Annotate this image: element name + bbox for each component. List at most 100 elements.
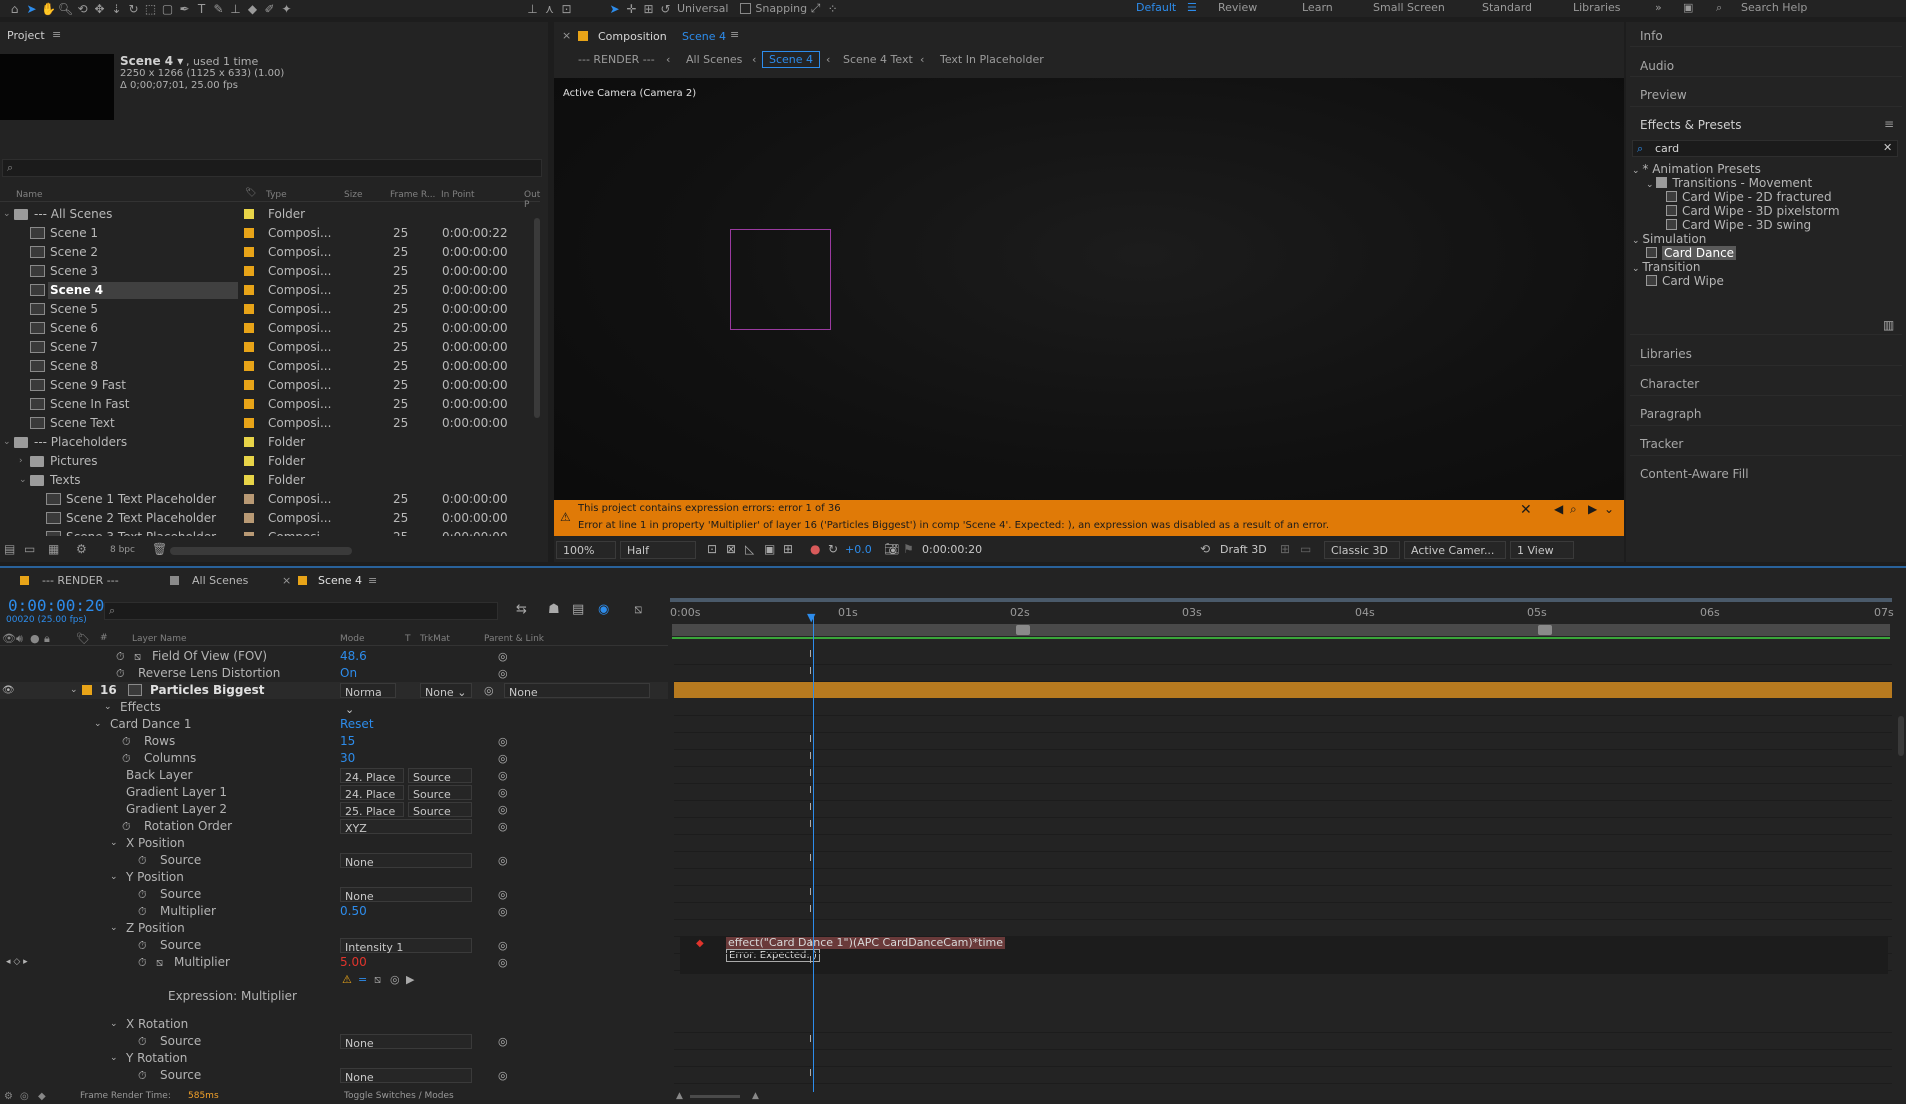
pick-whip-icon[interactable]: ◎ [498,852,508,869]
close-icon[interactable]: ✕ [1520,502,1532,518]
marker-handle[interactable] [1016,625,1030,635]
pick-whip-icon[interactable]: ◎ [498,784,508,801]
view-layout-dropdown[interactable]: 1 View [1510,541,1574,559]
project-comp-row[interactable]: Scene In Fast Composi... 25 0:00:00:00 [0,396,540,415]
property-row[interactable]: ⚠ = ⧅ ◎ ▶ [0,971,668,988]
chevron-down-icon[interactable]: ⌄ [94,716,102,733]
track-row[interactable]: I [674,954,1892,971]
label-color-swatch[interactable] [244,209,254,219]
property-dropdown[interactable]: None [340,887,472,903]
label-color-swatch[interactable] [244,361,254,371]
effects-tree-item[interactable]: Card Wipe [1646,274,1724,288]
cti-head-icon[interactable]: ▼ [807,611,815,624]
property-dropdown[interactable]: None [340,853,472,869]
snapping-checkbox[interactable] [740,3,752,14]
project-comp-row[interactable]: Scene 3 Composi... 25 0:00:00:00 [0,263,540,282]
type-tool-icon[interactable]: T [193,0,210,17]
label-color-swatch[interactable] [244,342,254,352]
view-dropdown[interactable]: Active Camer... [1404,541,1506,559]
effects-tree-item[interactable]: ⌄ Transition [1632,260,1700,274]
orbit-camera-icon[interactable]: ⟲ [74,0,91,17]
property-row[interactable]: ⏱Back Layer24. PlaceSource◎ [0,767,668,784]
move-tool-icon[interactable]: ➤ [606,0,623,17]
timeline-tab-render[interactable]: --- RENDER --- [42,574,119,587]
layer-duration-bar[interactable] [674,682,1892,698]
view-axis-icon[interactable]: ⊡ [558,0,575,17]
layer-source-dropdown[interactable]: 25. Place [340,802,404,818]
panel-menu-icon[interactable]: ≡ [52,28,61,41]
transfer-controls-icon[interactable]: ◎ [20,1091,29,1102]
property-value[interactable]: 30 [340,750,355,767]
label-column-icon[interactable]: 🏷︎ [245,188,256,198]
source-type-dropdown[interactable]: Source [408,802,472,818]
chevron-down-icon[interactable]: ⌄ [1632,236,1642,246]
dolly-camera-icon[interactable]: ⇣ [108,0,125,17]
project-scrollbar[interactable] [531,208,543,528]
label-color-swatch[interactable] [244,247,254,257]
content-aware-fill-panel[interactable]: Content-Aware Fill [1640,467,1749,481]
chevron-right-icon[interactable]: › [19,453,23,470]
track-row[interactable]: I [674,1033,1892,1050]
blend-mode-dropdown[interactable]: Norma ⌄ [340,683,396,716]
pick-whip-icon[interactable]: ◎ [498,767,508,784]
stopwatch-icon[interactable]: ⏱ [122,818,131,835]
track-row[interactable] [674,699,1892,716]
composition-viewer[interactable]: Active Camera (Camera 2) [554,78,1624,520]
chevron-down-icon[interactable]: ⌄ [70,682,78,699]
local-axis-icon[interactable]: ⊥ [524,0,541,17]
track-row[interactable]: I [674,733,1892,750]
track-row[interactable]: I [674,801,1892,818]
breadcrumb-text-in-placeholder[interactable]: Text In Placeholder [940,53,1044,66]
property-row[interactable]: ⌄ Card Dance 1 Reset [0,716,668,733]
workspace-small-screen[interactable]: Small Screen [1373,1,1445,14]
chevron-down-icon[interactable]: ⌄ [110,1016,118,1033]
draft-3d-icon[interactable]: ⟲ [1200,542,1210,556]
zoom-in-icon[interactable]: ▲ [752,1091,759,1101]
track-row[interactable]: I [674,886,1892,903]
chevron-down-icon[interactable]: ⌄ [3,434,11,451]
property-row[interactable]: ⏱Gradient Layer 124. PlaceSource◎ [0,784,668,801]
label-color-swatch[interactable] [244,285,254,295]
comp-info-name[interactable]: Scene 4 ▾ [120,54,183,68]
clone-stamp-icon[interactable]: ⊥ [227,0,244,17]
stopwatch-icon[interactable]: ⏱ [138,1033,147,1050]
time-ruler[interactable]: 0:00s 01s 02s 03s 04s 05s 06s 07s [670,604,1894,622]
label-color-swatch[interactable] [244,380,254,390]
project-comp-row[interactable]: Scene 1 Text Placeholder Composi... 25 0:00… [0,491,540,510]
panel-menu-icon[interactable]: ≡ [368,574,377,587]
rotate-tool-icon[interactable]: ↺ [657,0,674,17]
pick-whip-icon[interactable]: ◎ [498,648,508,665]
property-row[interactable]: ⏱ Rotation Order XYZ ◎ [0,818,668,835]
close-tab-icon[interactable]: × [282,574,291,587]
track-row[interactable] [674,869,1892,886]
track-row[interactable]: I [674,784,1892,801]
property-row[interactable]: ⏱Gradient Layer 225. PlaceSource◎ [0,801,668,818]
home-icon[interactable]: ⌂ [6,0,23,17]
track-row[interactable]: I [674,937,1892,954]
thumbnail-size-slider[interactable] [170,547,352,555]
expression-menu-icon[interactable]: ▶ [406,971,414,988]
breadcrumb-all-scenes[interactable]: All Scenes [686,53,742,66]
mask-visibility-icon[interactable]: ◺ [745,542,754,556]
col-type[interactable]: Type [266,190,287,200]
property-value[interactable]: 15 [340,733,355,750]
pick-whip-icon[interactable]: ◎ [484,682,494,699]
property-row[interactable]: ⏱ Multiplier 0.50 ◎ [0,903,668,920]
property-row[interactable]: ⏱ Source None ◎ [0,1033,668,1050]
reveal-error-icon[interactable]: ⌕ [1570,502,1577,517]
property-dropdown[interactable]: None [340,1068,472,1084]
project-comp-row[interactable]: Scene 5 Composi... 25 0:00:00:00 [0,301,540,320]
stopwatch-icon[interactable]: ⏱ [138,886,147,903]
toggle-switches-modes[interactable]: Toggle Switches / Modes [344,1091,454,1101]
pick-whip-icon[interactable]: ◎ [498,954,508,971]
zoom-slider[interactable] [690,1095,740,1098]
effects-presets-title[interactable]: Effects & Presets [1640,118,1741,132]
label-color-swatch[interactable] [244,399,254,409]
track-row[interactable]: I [674,1067,1892,1084]
solo-switch-icon[interactable]: ● [30,632,40,645]
motion-blur-icon[interactable]: ◉ [598,602,609,617]
chevron-down-icon[interactable]: ⌄ [104,699,112,716]
renderer-dropdown[interactable]: Classic 3D [1324,541,1400,559]
pick-whip-icon[interactable]: ◎ [390,971,400,988]
comp-tab-label[interactable]: Composition [598,30,667,43]
